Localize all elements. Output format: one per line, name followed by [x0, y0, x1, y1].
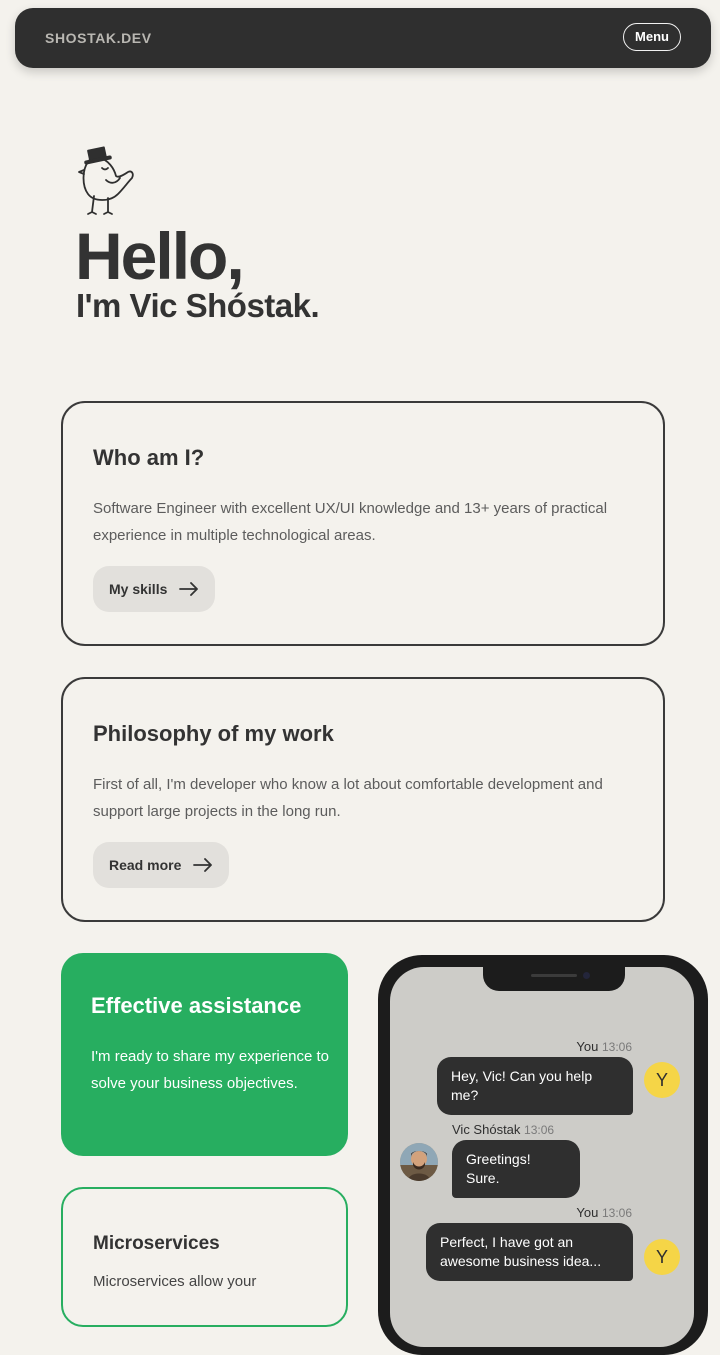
message-meta: You 13:06	[576, 1039, 632, 1054]
hero-intro: I'm Vic Shóstak.	[76, 287, 320, 324]
read-more-button[interactable]: Read more	[93, 842, 230, 888]
menu-button[interactable]: Menu	[623, 23, 681, 51]
site-logo[interactable]: SHOSTAK.DEV	[45, 30, 152, 46]
message-time: 13:06	[601, 1040, 632, 1054]
philosophy-card: Philosophy of my work First of all, I'm …	[61, 677, 665, 922]
message-author: You	[576, 1205, 599, 1220]
avatar: Y	[644, 1239, 680, 1275]
message-meta: You 13:06	[576, 1205, 632, 1220]
card-title: Who am I?	[93, 445, 205, 470]
avatar: Y	[644, 1062, 680, 1098]
effective-assistance-card: Effective assistance I'm ready to share …	[61, 953, 348, 1156]
card-text: I'm ready to share my experience to solv…	[91, 1048, 329, 1092]
phone-mockup: You 13:06 Hey, Vic! Can you help me? Y V…	[378, 955, 708, 1355]
message-author: You	[576, 1039, 599, 1054]
who-am-i-card: Who am I? Software Engineer with excelle…	[61, 401, 665, 646]
arrow-right-icon	[193, 858, 213, 872]
chat-bubble-outgoing: Perfect, I have got an awesome business …	[426, 1223, 633, 1281]
hero-greeting: Hello,	[75, 219, 245, 293]
bird-with-top-hat-icon	[78, 146, 134, 215]
message-author: Vic Shóstak	[452, 1122, 521, 1137]
message-time: 13:06	[601, 1206, 632, 1220]
card-text: First of all, I'm developer who know a l…	[93, 776, 603, 820]
phone-notch	[483, 967, 625, 991]
message-meta: Vic Shóstak 13:06	[452, 1122, 554, 1137]
my-skills-button[interactable]: My skills	[93, 566, 216, 612]
chat-bubble-outgoing: Hey, Vic! Can you help me?	[437, 1057, 633, 1115]
card-title: Microservices	[93, 1233, 220, 1254]
microservices-card: Microservices Microservices allow your	[61, 1187, 348, 1327]
avatar	[400, 1143, 438, 1181]
button-label: My skills	[109, 581, 168, 597]
card-text: Software Engineer with excellent UX/UI k…	[93, 500, 608, 544]
chat-screen: You 13:06 Hey, Vic! Can you help me? Y V…	[390, 967, 694, 1347]
top-navbar: SHOSTAK.DEV Menu	[15, 8, 711, 68]
person-photo-icon	[400, 1143, 438, 1181]
card-text: Microservices allow your	[93, 1273, 257, 1290]
message-time: 13:06	[524, 1123, 555, 1137]
card-title: Effective assistance	[91, 993, 302, 1018]
chat-bubble-incoming: Greetings! Sure.	[452, 1140, 580, 1198]
button-label: Read more	[109, 857, 182, 873]
arrow-right-icon	[179, 582, 199, 596]
card-title: Philosophy of my work	[93, 721, 334, 746]
